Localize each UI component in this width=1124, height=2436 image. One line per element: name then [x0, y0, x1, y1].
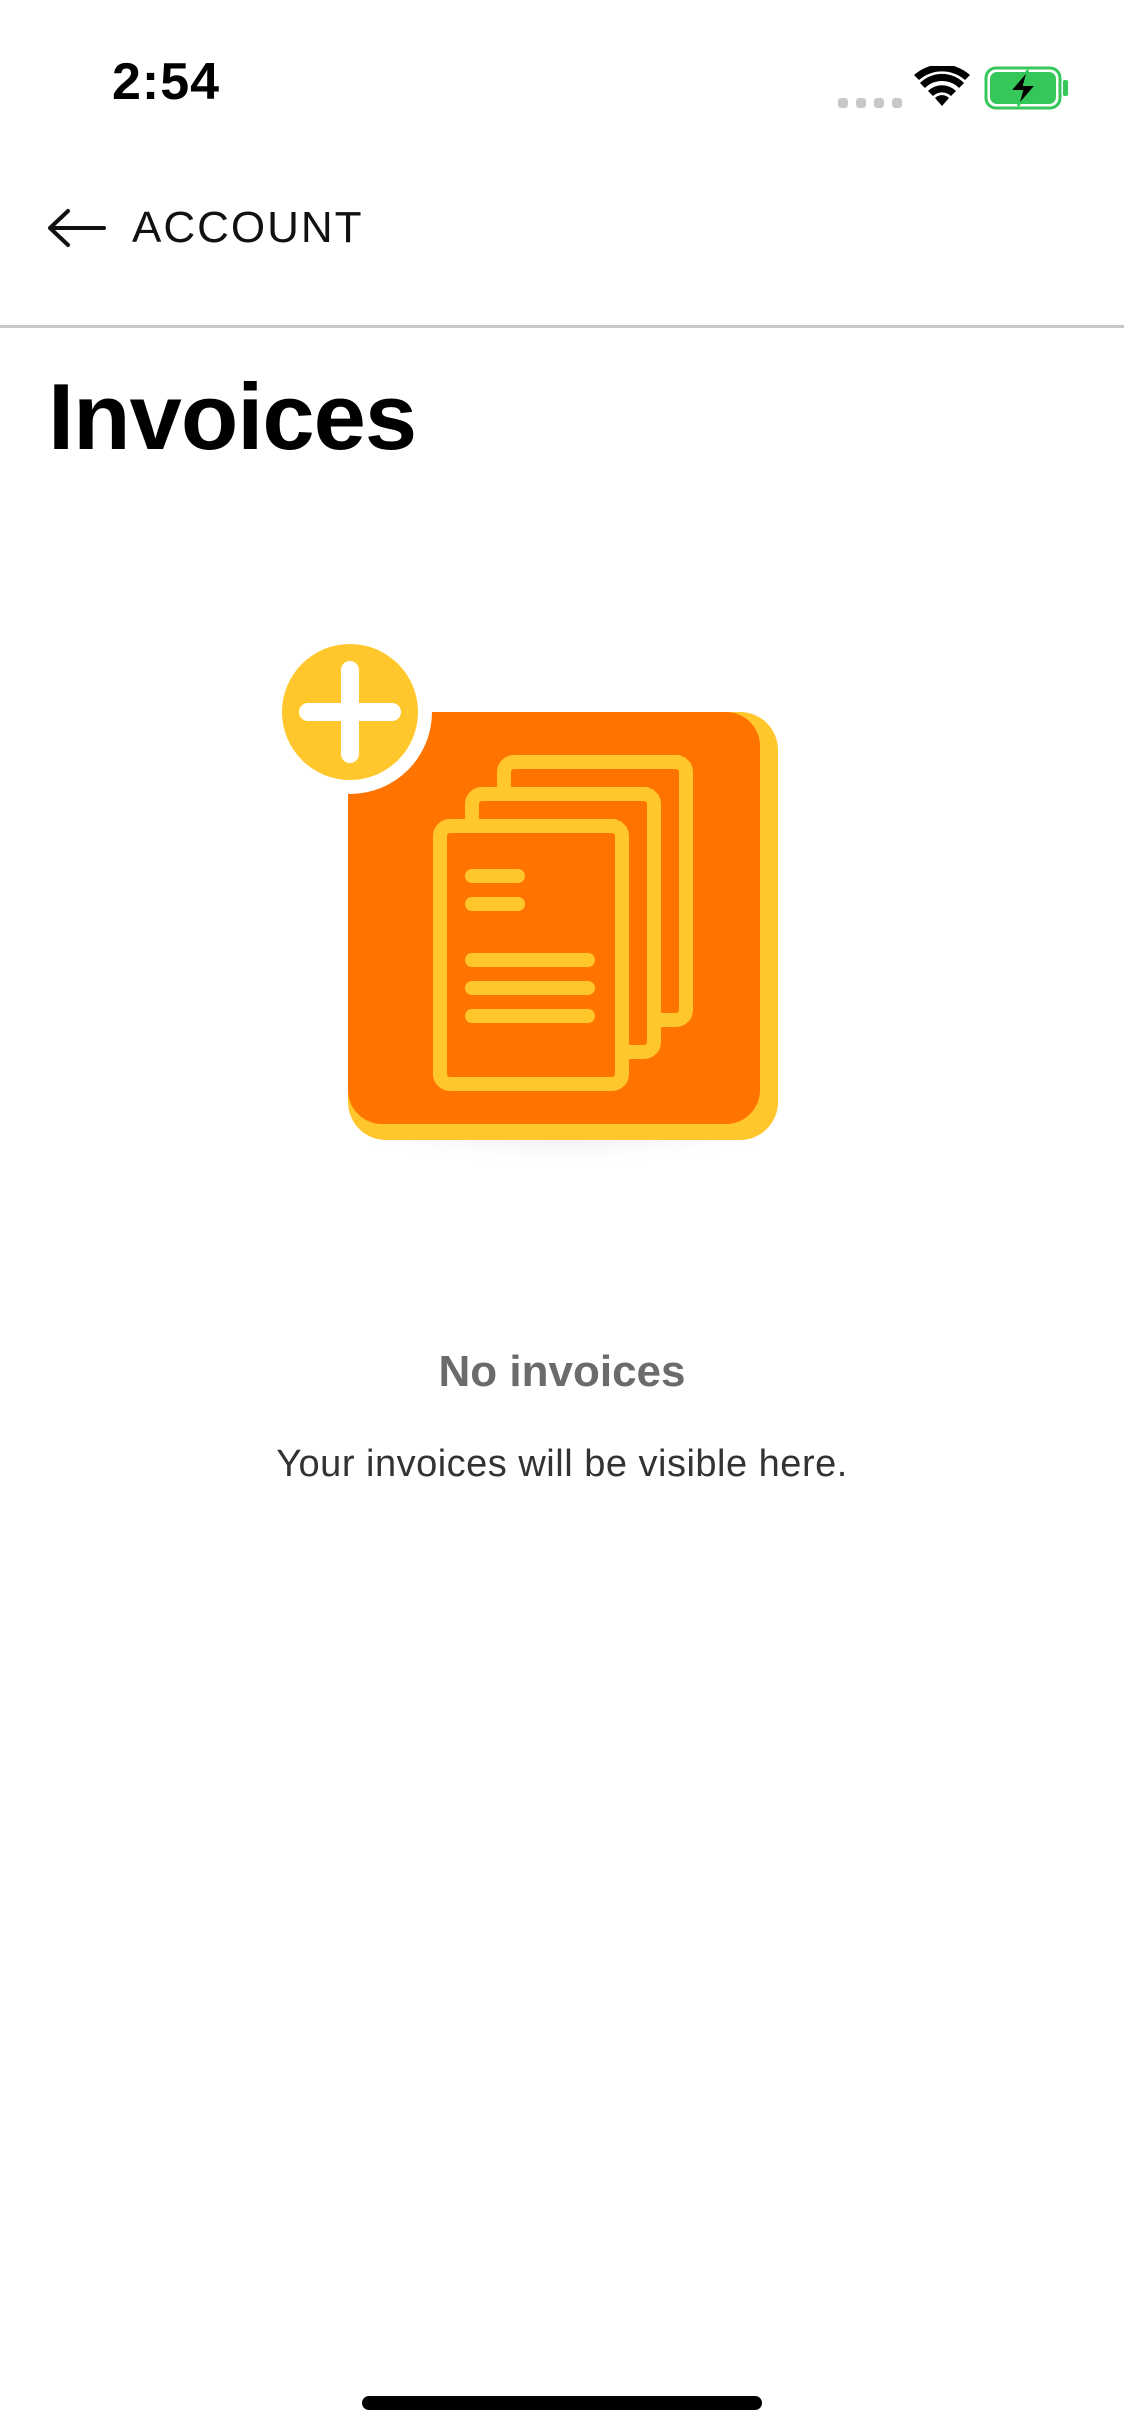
invoices-add-illustration	[282, 640, 778, 1200]
empty-state-subtitle: Your invoices will be visible here.	[276, 1443, 848, 1485]
wifi-icon	[914, 66, 970, 106]
back-button-label: ACCOUNT	[132, 203, 364, 252]
status-bar: 2:54	[0, 0, 1124, 130]
page-title: Invoices	[48, 364, 417, 469]
home-indicator[interactable]	[362, 2396, 762, 2410]
battery-charging-icon	[984, 66, 1068, 110]
empty-state-title: No invoices	[438, 1347, 686, 1396]
invoices-screen: 2:54 ACCOUNT Invoices No invoices Your i…	[0, 0, 1124, 2436]
cellular-signal-icon	[838, 98, 902, 108]
status-time: 2:54	[112, 53, 221, 111]
back-button[interactable]: ACCOUNT	[46, 196, 364, 260]
arrow-left-icon	[48, 209, 106, 247]
navigation-bar: ACCOUNT	[0, 130, 1124, 328]
